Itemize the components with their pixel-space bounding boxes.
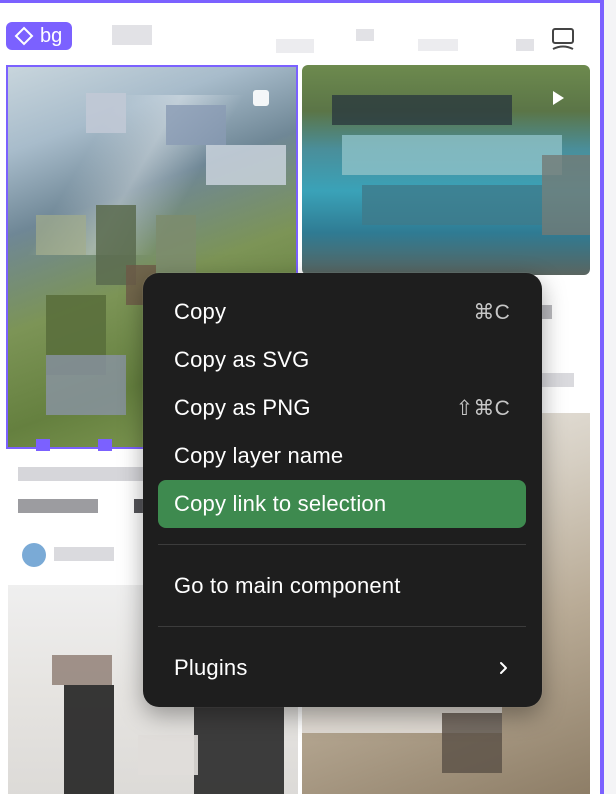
blurred-pixel <box>156 215 196 275</box>
menu-item-shortcut: ⇧⌘C <box>455 396 510 420</box>
blurred-pixel <box>46 355 126 415</box>
menu-item-label: Plugins <box>174 655 248 680</box>
blurred-pixel <box>206 145 286 185</box>
card-meta-redacted <box>538 373 574 387</box>
play-icon <box>553 91 564 105</box>
header-blur-block <box>418 39 458 51</box>
menu-item-copy-as-png[interactable]: Copy as PNG ⇧⌘C <box>158 384 526 432</box>
frame-label-text: bg <box>40 24 63 47</box>
menu-item-label: Copy layer name <box>174 443 344 468</box>
card-title-redacted <box>542 305 552 319</box>
frame-edge <box>600 0 604 794</box>
blurred-pixel <box>542 155 590 235</box>
blurred-pixel <box>52 655 112 685</box>
menu-item-go-to-main-component[interactable]: Go to main component <box>158 562 526 610</box>
header-blur-block <box>516 39 534 51</box>
menu-item-label: Copy as PNG <box>174 395 311 420</box>
menu-item-copy-as-svg[interactable]: Copy as SVG <box>158 336 526 384</box>
blurred-pixel <box>332 95 512 125</box>
menu-item-copy-link-to-selection[interactable]: Copy link to selection <box>158 480 526 528</box>
app-header <box>0 3 600 63</box>
card-image <box>302 65 590 275</box>
blurred-pixel <box>362 185 542 225</box>
blurred-pixel <box>166 105 226 145</box>
selection-handle[interactable] <box>36 439 50 451</box>
menu-item-copy-layer-name[interactable]: Copy layer name <box>158 432 526 480</box>
design-canvas[interactable]: bg Copy ⌘C Copy as SVG Copy as PNG ⇧⌘C C… <box>0 0 616 794</box>
blurred-pixel <box>138 735 198 775</box>
card-title-redacted <box>18 499 98 513</box>
author-name-redacted <box>54 547 114 561</box>
blurred-pixel <box>342 135 562 175</box>
header-blur-block <box>112 25 152 45</box>
blurred-pixel <box>442 713 502 773</box>
author-avatar[interactable] <box>22 543 46 567</box>
header-blur-block <box>356 29 374 41</box>
menu-item-plugins[interactable]: Plugins <box>158 644 526 692</box>
blurred-pixel <box>86 93 126 133</box>
blurred-pixel <box>194 705 284 794</box>
menu-item-shortcut: ⌘C <box>473 300 510 324</box>
menu-divider <box>158 626 526 627</box>
blurred-pixel <box>36 215 86 255</box>
menu-item-label: Copy <box>174 299 227 324</box>
play-icon <box>253 90 269 106</box>
chevron-right-icon <box>500 662 507 674</box>
context-menu[interactable]: Copy ⌘C Copy as SVG Copy as PNG ⇧⌘C Copy… <box>143 273 542 707</box>
menu-item-label: Copy link to selection <box>174 491 387 516</box>
selection-handle[interactable] <box>98 439 112 451</box>
menu-divider <box>158 544 526 545</box>
blurred-pixel <box>64 685 114 794</box>
header-blur-block <box>276 39 314 53</box>
menu-item-label: Go to main component <box>174 573 401 598</box>
menu-item-label: Copy as SVG <box>174 347 310 372</box>
menu-item-copy[interactable]: Copy ⌘C <box>158 288 526 336</box>
frame-label-tag[interactable]: bg <box>6 22 73 50</box>
profile-icon[interactable] <box>550 27 576 53</box>
component-diamond-icon <box>14 26 34 46</box>
